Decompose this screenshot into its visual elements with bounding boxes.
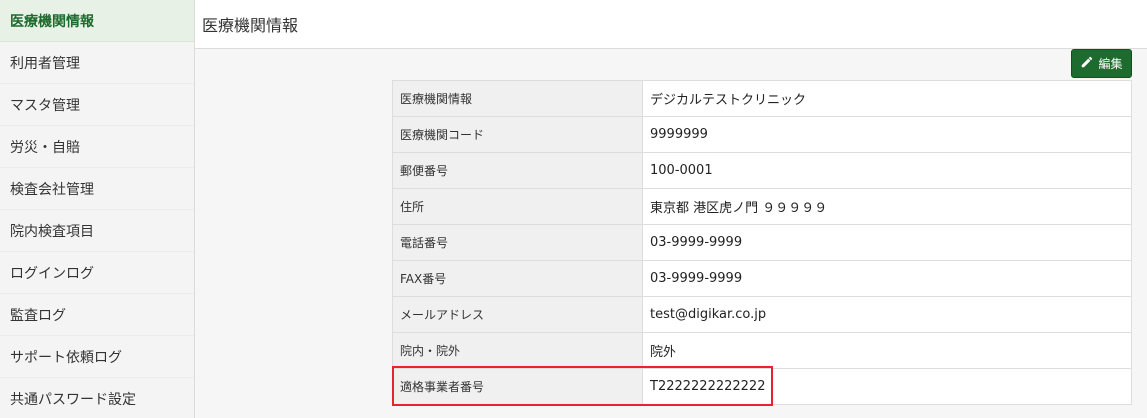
row-label: 適格事業者番号 bbox=[392, 368, 643, 405]
row-value: デジカルテストクリニック bbox=[642, 80, 1132, 117]
sidebar-item-lab-company[interactable]: 検査会社管理 bbox=[0, 168, 194, 210]
table-row: メールアドレス test@digikar.co.jp bbox=[392, 296, 1132, 333]
sidebar-item-label: 利用者管理 bbox=[10, 55, 80, 72]
sidebar-item-master-management[interactable]: マスタ管理 bbox=[0, 84, 194, 126]
sidebar-item-audit-log[interactable]: 監査ログ bbox=[0, 294, 194, 336]
sidebar: 医療機関情報 利用者管理 マスタ管理 労災・自賠 検査会社管理 院内検査項目 ロ… bbox=[0, 0, 195, 418]
edit-button[interactable]: 編集 bbox=[1071, 49, 1132, 78]
row-value: T2222222222222 bbox=[642, 368, 1132, 405]
table-row: 電話番号 03-9999-9999 bbox=[392, 224, 1132, 261]
row-label: 郵便番号 bbox=[392, 152, 643, 189]
row-label: FAX番号 bbox=[392, 260, 643, 297]
sidebar-item-label: 共通パスワード設定 bbox=[10, 391, 136, 408]
row-label: メールアドレス bbox=[392, 296, 643, 333]
row-label: 住所 bbox=[392, 188, 643, 225]
table-row: 院内・院外 院外 bbox=[392, 332, 1132, 369]
sidebar-item-inhouse-tests[interactable]: 院内検査項目 bbox=[0, 210, 194, 252]
row-value: 9999999 bbox=[642, 116, 1132, 153]
table-row: 郵便番号 100-0001 bbox=[392, 152, 1132, 189]
sidebar-item-user-management[interactable]: 利用者管理 bbox=[0, 42, 194, 84]
row-label: 医療機関情報 bbox=[392, 80, 643, 117]
edit-button-label: 編集 bbox=[1098, 57, 1123, 71]
app-window: 医療機関情報 利用者管理 マスタ管理 労災・自賠 検査会社管理 院内検査項目 ロ… bbox=[0, 0, 1147, 418]
table-row: 適格事業者番号 T2222222222222 bbox=[392, 368, 1132, 405]
table-row: 医療機関コード 9999999 bbox=[392, 116, 1132, 153]
row-label: 電話番号 bbox=[392, 224, 643, 261]
row-label: 医療機関コード bbox=[392, 116, 643, 153]
row-value: 03-9999-9999 bbox=[642, 260, 1132, 297]
sidebar-item-label: 院内検査項目 bbox=[10, 223, 94, 240]
table-row: 住所 東京都 港区虎ノ門 ９９９９９ bbox=[392, 188, 1132, 225]
row-label: 院内・院外 bbox=[392, 332, 643, 369]
sidebar-item-label: サポート依頼ログ bbox=[10, 349, 122, 366]
page-title: 医療機関情報 bbox=[202, 16, 299, 35]
page-header: 医療機関情報 bbox=[195, 0, 1147, 49]
sidebar-item-common-password[interactable]: 共通パスワード設定 bbox=[0, 378, 194, 418]
row-value: 03-9999-9999 bbox=[642, 224, 1132, 261]
institution-info-table: 医療機関情報 デジカルテストクリニック 医療機関コード 9999999 郵便番号… bbox=[392, 80, 1132, 405]
row-value: 東京都 港区虎ノ門 ９９９９９ bbox=[642, 188, 1132, 225]
table-row: 医療機関情報 デジカルテストクリニック bbox=[392, 80, 1132, 117]
pencil-icon bbox=[1080, 55, 1094, 72]
sidebar-item-login-log[interactable]: ログインログ bbox=[0, 252, 194, 294]
sidebar-item-label: マスタ管理 bbox=[10, 97, 80, 114]
sidebar-item-label: 検査会社管理 bbox=[10, 181, 94, 198]
sidebar-item-label: 医療機関情報 bbox=[10, 13, 94, 30]
sidebar-item-label: ログインログ bbox=[10, 265, 94, 282]
sidebar-item-label: 労災・自賠 bbox=[10, 139, 80, 156]
row-value: test@digikar.co.jp bbox=[642, 296, 1132, 333]
sidebar-item-label: 監査ログ bbox=[10, 307, 66, 324]
table-row: FAX番号 03-9999-9999 bbox=[392, 260, 1132, 297]
row-value: 100-0001 bbox=[642, 152, 1132, 189]
sidebar-item-support-log[interactable]: サポート依頼ログ bbox=[0, 336, 194, 378]
main-content: 医療機関情報 編集 医療機関情報 デジカルテストクリニック 医療機関コード 99… bbox=[195, 0, 1147, 418]
row-value: 院外 bbox=[642, 332, 1132, 369]
sidebar-item-medical-institution[interactable]: 医療機関情報 bbox=[0, 0, 194, 42]
sidebar-item-workers-comp[interactable]: 労災・自賠 bbox=[0, 126, 194, 168]
